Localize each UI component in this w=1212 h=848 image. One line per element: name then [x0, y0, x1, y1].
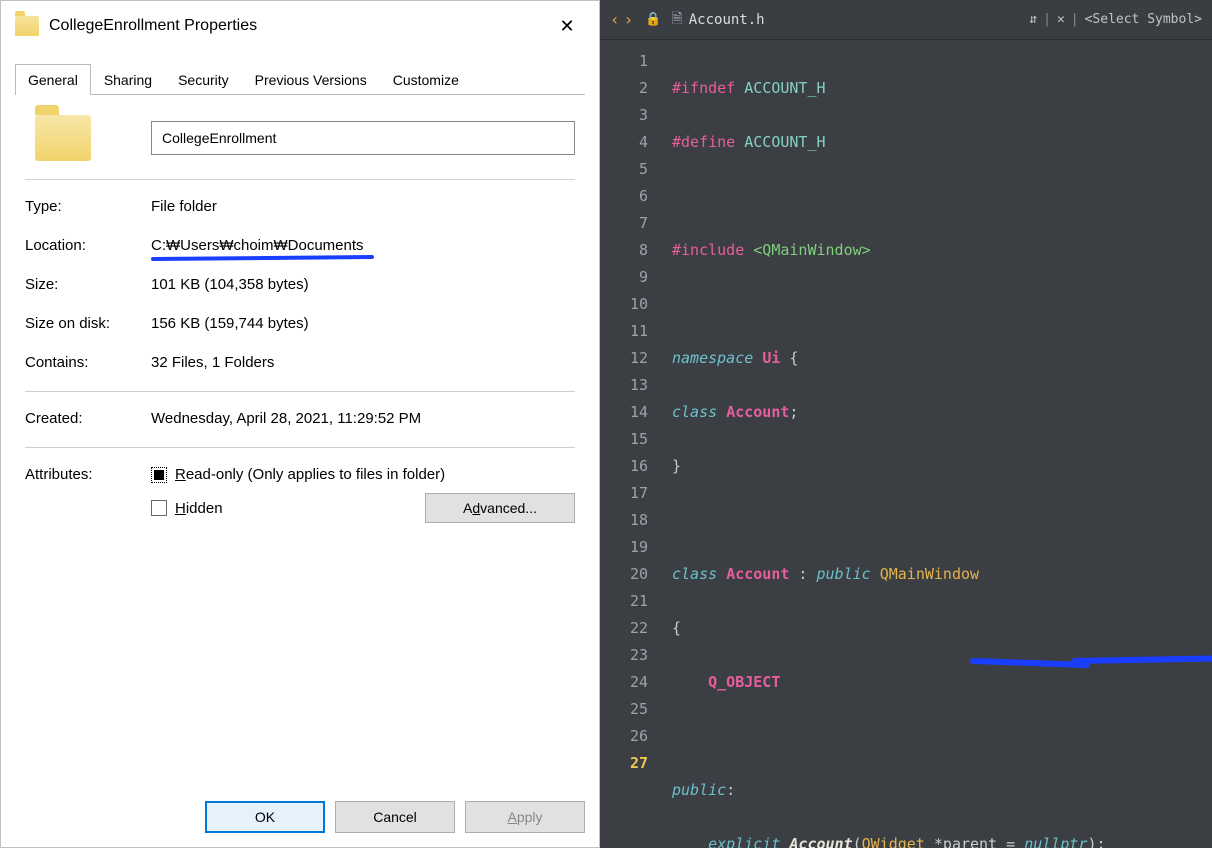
symbol-selector[interactable]: <Select Symbol> [1085, 12, 1202, 27]
row-contains: Contains:32 Files, 1 Folders [25, 354, 575, 371]
type-value: File folder [151, 198, 575, 215]
folder-name-input[interactable] [151, 121, 575, 155]
created-label: Created: [25, 410, 151, 427]
title-bar: CollegeEnrollment Properties ✕ [1, 1, 599, 51]
folder-icon [15, 16, 39, 36]
nav-back-icon[interactable]: ‹ [610, 10, 620, 29]
contains-label: Contains: [25, 354, 151, 371]
row-type: Type:File folder [25, 198, 575, 215]
folder-icon-large [35, 115, 91, 161]
hidden-checkbox-row[interactable]: Hidden [151, 500, 223, 517]
lock-icon: 🔒 [645, 12, 661, 27]
tab-customize[interactable]: Customize [380, 64, 472, 95]
file-name-label[interactable]: Account.h [689, 12, 765, 28]
close-button[interactable]: ✕ [549, 8, 585, 44]
nav-forward-icon[interactable]: › [624, 10, 634, 29]
dialog-title: CollegeEnrollment Properties [49, 17, 549, 35]
cancel-button[interactable]: Cancel [335, 801, 455, 833]
type-label: Type: [25, 198, 151, 215]
tab-sharing[interactable]: Sharing [91, 64, 165, 95]
location-value: C:₩Users₩choim₩Documents [151, 237, 575, 254]
row-size: Size:101 KB (104,358 bytes) [25, 276, 575, 293]
row-created: Created:Wednesday, April 28, 2021, 11:29… [25, 410, 575, 427]
tabs: General Sharing Security Previous Versio… [15, 63, 585, 95]
tab-security[interactable]: Security [165, 64, 242, 95]
readonly-label: Read-only (Only applies to files in fold… [175, 466, 445, 483]
code-area[interactable]: #ifndef ACCOUNT_H #define ACCOUNT_H #inc… [660, 40, 1212, 848]
dialog-button-row: OK Cancel Apply [1, 787, 599, 847]
annotation-underline [1072, 654, 1212, 664]
advanced-button[interactable]: Advanced... [425, 493, 575, 523]
row-location: Location:C:₩Users₩choim₩Documents [25, 237, 575, 254]
size-label: Size: [25, 276, 151, 293]
apply-button[interactable]: Apply [465, 801, 585, 833]
updown-icon[interactable]: ⇵ [1029, 12, 1037, 27]
sod-value: 156 KB (159,744 bytes) [151, 315, 575, 332]
size-value: 101 KB (104,358 bytes) [151, 276, 575, 293]
properties-dialog: CollegeEnrollment Properties ✕ General S… [0, 0, 600, 848]
line-number-gutter: 1234567891011121314151617181920212223242… [600, 40, 660, 848]
sod-label: Size on disk: [25, 315, 151, 332]
code-editor: ‹ › 🔒 🗎 Account.h ⇵ | ✕ | <Select Symbol… [600, 0, 1212, 848]
attributes-label: Attributes: [25, 466, 151, 523]
hidden-label: Hidden [175, 500, 223, 517]
hidden-checkbox[interactable] [151, 500, 167, 516]
contains-value: 32 Files, 1 Folders [151, 354, 575, 371]
file-icon: 🗎 [671, 8, 682, 32]
close-doc-icon[interactable]: ✕ [1057, 12, 1065, 27]
readonly-checkbox[interactable] [151, 467, 167, 483]
location-label: Location: [25, 237, 151, 254]
tab-general[interactable]: General [15, 64, 91, 95]
readonly-checkbox-row[interactable]: Read-only (Only applies to files in fold… [151, 466, 575, 483]
ok-button[interactable]: OK [205, 801, 325, 833]
created-value: Wednesday, April 28, 2021, 11:29:52 PM [151, 410, 575, 427]
editor-toolbar: ‹ › 🔒 🗎 Account.h ⇵ | ✕ | <Select Symbol… [600, 0, 1212, 40]
row-size-on-disk: Size on disk:156 KB (159,744 bytes) [25, 315, 575, 332]
tab-previous-versions[interactable]: Previous Versions [242, 64, 380, 95]
